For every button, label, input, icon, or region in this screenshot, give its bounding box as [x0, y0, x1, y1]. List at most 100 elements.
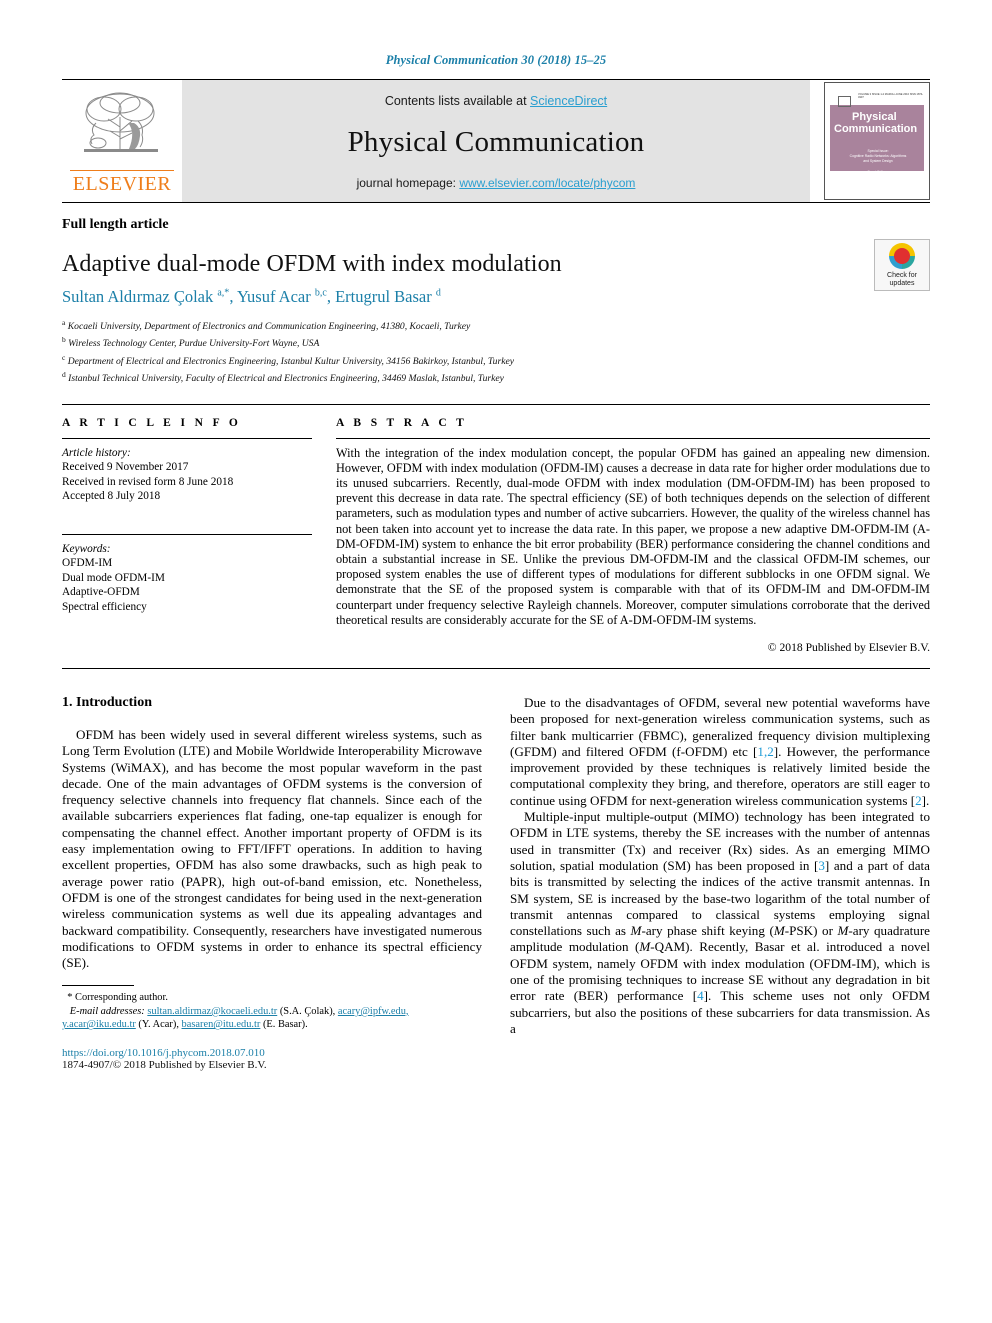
email-addresses-note: E-mail addresses: sultan.aldirmaz@kocael… [62, 1005, 482, 1032]
email-link-2[interactable]: acary@ipfw.edu, [338, 1006, 409, 1017]
affiliation-mark: d [62, 370, 66, 380]
rp2-em4: M [639, 939, 651, 955]
article-info-rule [62, 437, 312, 439]
body-left-column: 1. Introduction OFDM has been widely use… [62, 695, 482, 1071]
elsevier-rule [70, 169, 174, 171]
journal-homepage-line: journal homepage: www.elsevier.com/locat… [357, 176, 636, 190]
crossmark-ring-icon [889, 242, 915, 269]
cover-title-line2: Communication [834, 123, 918, 135]
email-link-1[interactable]: sultan.aldirmaz@kocaeli.edu.tr [147, 1006, 277, 1017]
publisher-logo: ELSEVIER [62, 80, 182, 202]
affiliation-mark: c [62, 352, 66, 362]
affiliation-item: d Istanbul Technical University, Faculty… [62, 368, 930, 385]
keyword-item: Adaptive-OFDM [62, 586, 140, 599]
affiliation-mark: a [62, 318, 66, 327]
info-abstract-section: A R T I C L E I N F O Article history: R… [62, 405, 930, 654]
paper-page: Physical Communication 30 (2018) 15–25 E… [0, 0, 992, 1323]
elsevier-tree-icon [84, 92, 158, 152]
doi-line[interactable]: https://doi.org/10.1016/j.phycom.2018.07… [62, 1047, 482, 1059]
crossmark-badge[interactable]: Check for updates [874, 239, 930, 291]
rp1-c: ]. [921, 792, 930, 808]
section-heading-introduction: 1. Introduction [62, 695, 152, 710]
email-link-4[interactable]: basaren@itu.edu.tr [182, 1019, 261, 1030]
keywords-rule [62, 533, 312, 535]
author-list: Sultan Aldırmaz Çolak a,*, Yusuf Acar b,… [62, 287, 441, 306]
email-owner-3: (Y. Acar), [138, 1019, 179, 1031]
cover-title: Physical Communication [834, 111, 923, 135]
affiliation-item: b Wireless Technology Center, Purdue Uni… [62, 333, 930, 350]
email-label: E-mail addresses: [69, 1005, 145, 1017]
rp2-c: -ary phase shift keying ( [641, 923, 774, 939]
masthead-bottom-rule [62, 202, 930, 203]
page-title: Adaptive dual-mode OFDM with index modul… [62, 251, 562, 277]
keyword-item: Spectral efficiency [62, 600, 147, 613]
cover-top-meta: VOLUME 3 ISSUE 1-2 MARCH–JUNE 2010 ISSN … [858, 93, 924, 99]
elsevier-wordmark: ELSEVIER [72, 172, 172, 195]
keyword-item: Dual mode OFDM-IM [62, 571, 165, 584]
journal-masthead: ELSEVIER Contents lists available at Sci… [62, 80, 930, 202]
keywords-heading: Keywords: [62, 542, 111, 555]
keyword-item: OFDM-IM [62, 557, 113, 570]
right-paragraph-2: Multiple-input multiple-output (MIMO) te… [510, 809, 930, 1037]
body-columns: 1. Introduction OFDM has been widely use… [62, 695, 930, 1071]
rp2-em1: M [630, 923, 642, 939]
issn-copyright-line: 1874-4907/© 2018 Published by Elsevier B… [62, 1058, 267, 1071]
rp2-d: -PSK) or [784, 923, 838, 939]
email-owner-1: (S.A. Çolak), [279, 1005, 336, 1017]
abstract-label: A B S T R A C T [336, 416, 468, 429]
affiliation-text: Wireless Technology Center, Purdue Unive… [68, 338, 320, 350]
crossmark-line1: Check for [887, 271, 917, 279]
affiliation-text: Kocaeli University, Department of Electr… [67, 321, 471, 333]
corresponding-mark: * [67, 992, 73, 1004]
abstract-copyright: © 2018 Published by Elsevier B.V. [767, 641, 930, 654]
body-right-column: Due to the disadvantages of OFDM, severa… [510, 695, 930, 1071]
history-item: Received 9 November 2017 [62, 461, 189, 474]
email-link-3[interactable]: y.acar@iku.edu.tr [62, 1019, 136, 1030]
keywords-block: Keywords: OFDM-IM Dual mode OFDM-IM Adap… [62, 533, 312, 615]
footnote-block: * Corresponding author. E-mail addresses… [62, 985, 482, 1071]
sciencedirect-link[interactable]: ScienceDirect [530, 94, 607, 108]
article-history-heading: Article history: [62, 446, 131, 459]
cover-title-line1: Physical [852, 111, 897, 123]
journal-cover-thumbnail: VOLUME 3 ISSUE 1-2 MARCH–JUNE 2010 ISSN … [810, 80, 930, 202]
email-owner-4: (E. Basar). [262, 1019, 308, 1031]
right-paragraph-1: Due to the disadvantages of OFDM, severa… [510, 695, 930, 809]
cover-publisher-mark-icon [838, 96, 851, 107]
intro-paragraph-1: OFDM has been widely used in several dif… [62, 727, 482, 971]
crossmark-label: Check for updates [887, 272, 917, 288]
masthead-center: Contents lists available at ScienceDirec… [182, 80, 810, 202]
homepage-prefix: journal homepage: [356, 176, 460, 190]
abstract-bottom-rule [62, 668, 930, 669]
affiliation-item: c Department of Electrical and Electroni… [62, 351, 930, 368]
abstract-rule [336, 437, 930, 439]
abstract-text: With the integration of the index modula… [336, 445, 930, 627]
cover-footer-band [830, 171, 924, 195]
article-type: Full length article [62, 217, 169, 232]
corresponding-author-note: * Corresponding author. [62, 991, 482, 1004]
article-info-label: A R T I C L E I N F O [62, 416, 242, 429]
footnote-rule [62, 985, 134, 987]
cover-image: VOLUME 3 ISSUE 1-2 MARCH–JUNE 2010 ISSN … [824, 82, 930, 200]
contents-prefix: Contents lists available at [384, 94, 531, 108]
article-info-column: A R T I C L E I N F O Article history: R… [62, 417, 312, 654]
contents-lists-line: Contents lists available at ScienceDirec… [385, 94, 607, 108]
doi-link[interactable]: https://doi.org/10.1016/j.phycom.2018.07… [62, 1047, 265, 1059]
crossmark-line2: updates [889, 279, 915, 287]
affiliation-text: Department of Electrical and Electronics… [67, 355, 514, 367]
journal-homepage-link[interactable]: www.elsevier.com/locate/phycom [459, 176, 635, 190]
cover-top-bar: VOLUME 3 ISSUE 1-2 MARCH–JUNE 2010 ISSN … [830, 88, 924, 107]
article-header: Full length article Adaptive dual-mode O… [62, 217, 930, 386]
affiliation-item: a Kocaeli University, Department of Elec… [62, 316, 930, 333]
corresponding-text: Corresponding author. [75, 992, 168, 1004]
rp2-em2: M [773, 923, 785, 939]
history-item: Accepted 8 July 2018 [62, 490, 161, 503]
affiliation-mark: b [62, 335, 66, 345]
affiliation-list: a Kocaeli University, Department of Elec… [62, 316, 930, 386]
affiliation-text: Istanbul Technical University, Faculty o… [68, 373, 504, 385]
journal-title: Physical Communication [347, 125, 645, 158]
citation-ref-1-2[interactable]: 1,2 [757, 744, 773, 759]
running-head: Physical Communication 30 (2018) 15–25 [385, 53, 607, 67]
history-item: Received in revised form 8 June 2018 [62, 475, 234, 488]
abstract-column: A B S T R A C T With the integration of … [336, 417, 930, 654]
rp2-em3: M [837, 923, 849, 939]
